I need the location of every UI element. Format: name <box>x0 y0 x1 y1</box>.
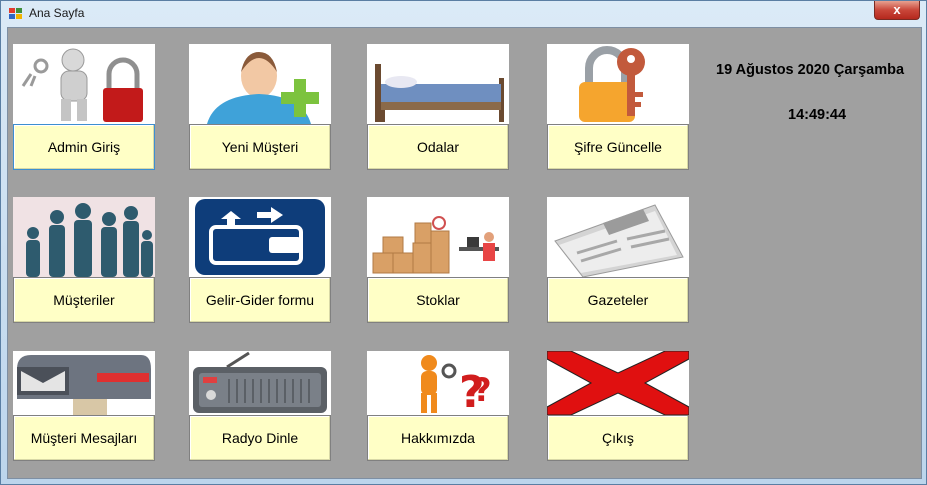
boxes-icon <box>367 197 509 277</box>
bed-icon <box>367 44 509 124</box>
sifre-guncelle-button[interactable]: Şifre Güncelle <box>547 124 689 170</box>
admin-giris-button[interactable]: Admin Giriş <box>13 124 155 170</box>
radio-icon <box>189 351 331 415</box>
admin-lock-icon <box>13 44 155 124</box>
app-window-icon <box>9 8 22 19</box>
svg-text:?: ? <box>473 371 492 409</box>
odalar-button[interactable]: Odalar <box>367 124 509 170</box>
window-title: Ana Sayfa <box>29 6 85 20</box>
red-x-icon <box>547 351 689 415</box>
gazeteler-button[interactable]: Gazeteler <box>547 277 689 323</box>
padlock-key-icon <box>547 44 689 124</box>
stoklar-button[interactable]: Stoklar <box>367 277 509 323</box>
yeni-musteri-button[interactable]: Yeni Müşteri <box>189 124 331 170</box>
hakkimizda-button[interactable]: Hakkımızda <box>367 415 509 461</box>
question-figure-icon: ? ? <box>367 351 509 415</box>
musteri-mesajlari-button[interactable]: Müşteri Mesajları <box>13 415 155 461</box>
radyo-dinle-button[interactable]: Radyo Dinle <box>189 415 331 461</box>
add-user-icon <box>189 44 331 124</box>
main-window: Ana Sayfa x Admin Giriş Yeni Müşteri Oda… <box>0 0 927 485</box>
client-area: Admin Giriş Yeni Müşteri Odalar Şifre Gü… <box>7 27 922 479</box>
close-icon: x <box>893 2 901 17</box>
cikis-button[interactable]: Çıkış <box>547 415 689 461</box>
mailbox-icon <box>13 351 155 415</box>
close-button[interactable]: x <box>874 1 920 20</box>
date-label: 19 Ağustos 2020 Çarşamba <box>716 62 905 78</box>
musteriler-button[interactable]: Müşteriler <box>13 277 155 323</box>
newspaper-icon <box>547 197 689 277</box>
gelir-gider-button[interactable]: Gelir-Gider formu <box>189 277 331 323</box>
title-bar[interactable]: Ana Sayfa x <box>1 1 926 27</box>
wallet-icon <box>189 197 331 277</box>
people-icon <box>13 197 155 277</box>
time-label: 14:49:44 <box>788 107 847 123</box>
